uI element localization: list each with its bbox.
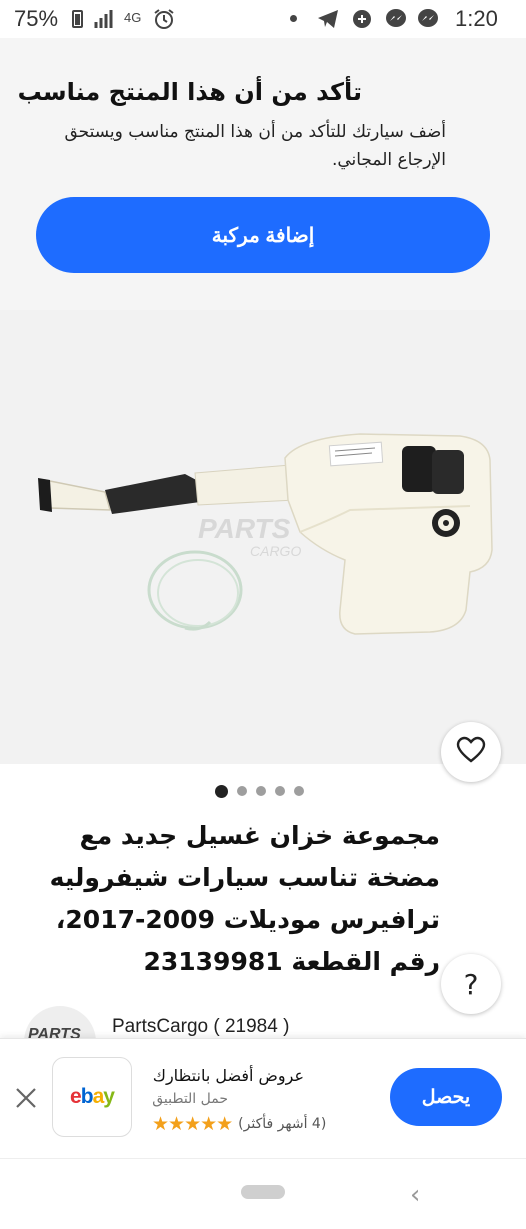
app-notification-icon (350, 8, 374, 34)
messenger-icon (384, 8, 408, 34)
battery-percent: 75% (14, 6, 59, 31)
get-app-button[interactable]: يحصل (390, 1068, 502, 1126)
help-button[interactable]: ? (441, 954, 501, 1014)
fitment-title: تأكد من أن هذا المنتج مناسب (17, 78, 362, 106)
ebay-logo-letter: y (103, 1085, 115, 1108)
product-title: مجموعة خزان غسيل جديد مع مضخة تناسب سيار… (49, 821, 440, 976)
messenger-icon-2 (416, 8, 440, 34)
signal-icon (94, 8, 122, 34)
gallery-dot-5[interactable] (294, 786, 304, 796)
battery-icon (72, 10, 83, 28)
ebay-logo-letter: b (80, 1085, 94, 1108)
favorite-button[interactable] (441, 722, 501, 782)
home-gesture-pill[interactable] (241, 1185, 285, 1199)
alarm-icon (152, 7, 176, 35)
clock: 1:20 (455, 6, 498, 31)
banner-title: عروض أفضل بانتظارك (152, 1066, 304, 1085)
status-bar: 75% 4G 1:20 (0, 0, 526, 38)
heart-icon (456, 736, 486, 768)
gallery-dot-3[interactable] (256, 786, 266, 796)
add-vehicle-button[interactable]: إضافة مركبة (36, 197, 490, 273)
rating-count: (4 أشهر فأكثر) (238, 1116, 327, 1132)
ebay-app-icon: ebay (52, 1057, 132, 1137)
back-chevron-icon[interactable]: ‹ (410, 1180, 420, 1210)
star-rating-icon: ★★★★★ (152, 1113, 233, 1135)
gallery-dot-2[interactable] (237, 786, 247, 796)
gallery-dot-4[interactable] (275, 786, 285, 796)
banner-rating: ★★★★★ (4 أشهر فأكثر) (152, 1113, 326, 1135)
gallery-dot-1[interactable] (215, 784, 228, 798)
watermark-line2: CARGO (250, 543, 301, 559)
notification-dot-icon (290, 15, 297, 22)
banner-subtitle: حمل التطبيق (152, 1091, 228, 1107)
network-type: 4G (124, 10, 142, 25)
question-mark-icon: ? (463, 967, 479, 1001)
seller-name[interactable]: PartsCargo ( 21984 ) (112, 1016, 289, 1038)
washer-reservoir-image: PARTS CARGO (38, 433, 493, 635)
product-image[interactable]: PARTS CARGO (0, 310, 526, 764)
watermark-line1: PARTS (198, 513, 291, 544)
gallery-pagination (215, 784, 304, 798)
close-icon (14, 1086, 38, 1114)
fitment-subtitle: أضف سيارتك للتأكد من أن هذا المنتج مناسب… (64, 122, 446, 170)
ebay-logo: ebay (70, 1085, 115, 1109)
ebay-logo-letter: a (92, 1085, 105, 1108)
telegram-icon (316, 8, 340, 34)
fitment-card: تأكد من أن هذا المنتج مناسب أضف سيارتك ل… (0, 38, 526, 310)
ebay-logo-letter: e (70, 1085, 82, 1108)
close-banner-button[interactable] (10, 1084, 42, 1116)
